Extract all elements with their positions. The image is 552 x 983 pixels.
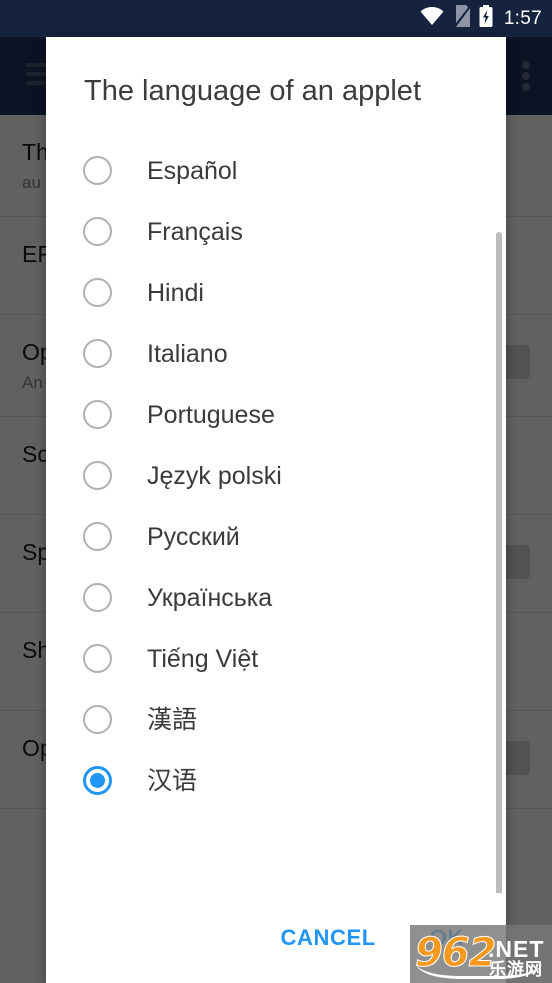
radio-button-icon[interactable] [83,705,112,734]
radio-button-icon[interactable] [83,339,112,368]
status-bar-clock: 1:57 [503,7,542,29]
wifi-icon [420,6,444,31]
dialog-title: The language of an applet [84,75,421,107]
language-selection-dialog: The language of an applet English Españo… [46,37,506,983]
language-option-hindi[interactable]: Hindi [46,262,506,323]
screen: Th au EF Op An Sc Sp Sh [0,0,552,983]
radio-button-icon[interactable] [83,217,112,246]
radio-button-icon[interactable] [83,156,112,185]
language-option-francais[interactable]: Français [46,201,506,262]
language-option-italiano[interactable]: Italiano [46,323,506,384]
language-option-vietnamese[interactable]: Tiếng Việt [46,628,506,689]
language-option-polski[interactable]: Język polski [46,445,506,506]
language-option-label: Portuguese [147,400,275,429]
language-option-label: Русский [147,522,240,551]
language-option-label: Українська [147,583,273,612]
language-option-espanol[interactable]: Español [46,140,506,201]
language-option-label: Español [147,156,238,185]
radio-button-icon[interactable] [83,278,112,307]
language-option-label: Tiếng Việt [147,644,259,673]
list-scrollbar[interactable] [496,232,502,893]
battery-charging-icon [479,5,493,32]
language-option-ukrainian[interactable]: Українська [46,567,506,628]
language-option-english[interactable]: English [46,126,506,140]
language-option-label: Hindi [147,278,204,307]
language-option-label: 汉语 [147,766,198,795]
language-option-label: 漢語 [147,705,198,734]
radio-button-icon[interactable] [83,644,112,673]
radio-button-icon[interactable] [83,400,112,429]
watermark-domain: .NET [488,936,545,962]
language-option-list[interactable]: English Español Français Hindi Italiano [46,126,506,893]
language-option-label: Français [147,217,243,246]
cancel-button[interactable]: CANCEL [277,919,380,957]
language-option-traditional-chinese[interactable]: 漢語 [46,689,506,750]
sim-card-icon [452,5,470,32]
radio-button-selected-icon[interactable] [83,766,112,795]
radio-button-icon[interactable] [83,583,112,612]
status-bar: 1:57 [0,0,552,37]
radio-button-icon[interactable] [83,522,112,551]
site-watermark: 962 .NET 乐游网 [410,925,552,983]
language-option-label: Język polski [147,461,282,490]
language-option-russian[interactable]: Русский [46,506,506,567]
radio-button-icon[interactable] [83,461,112,490]
language-option-simplified-chinese[interactable]: 汉语 [46,750,506,811]
watermark-chinese-text: 乐游网 [489,960,543,979]
language-option-portuguese[interactable]: Portuguese [46,384,506,445]
language-option-label: Italiano [147,339,228,368]
